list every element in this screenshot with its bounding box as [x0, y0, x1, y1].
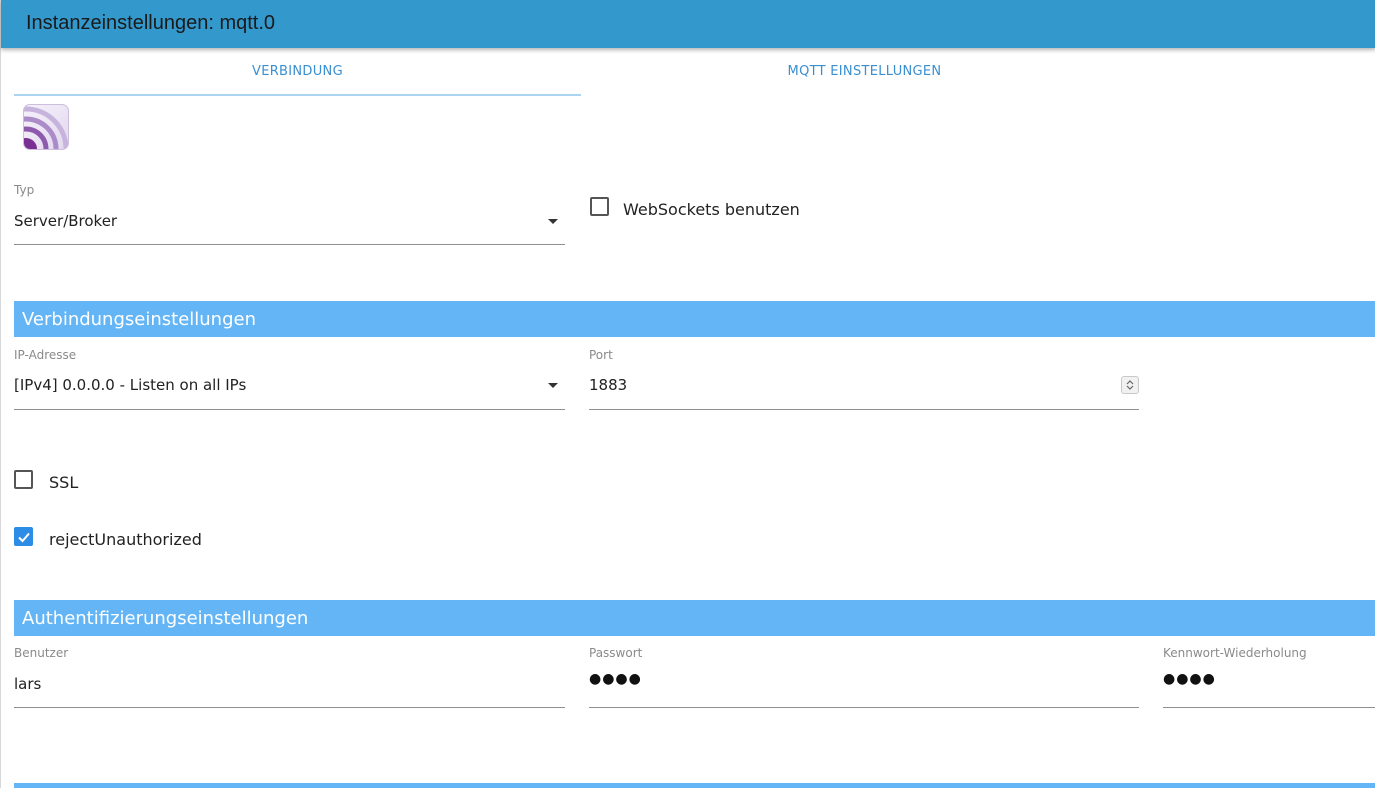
- ssl-checkbox[interactable]: [14, 470, 33, 489]
- connection-settings-header: Verbindungseinstellungen: [14, 301, 1375, 337]
- tab-mqtt-einstellungen[interactable]: MQTT EINSTELLUNGEN: [581, 56, 1148, 96]
- mqtt-broadcast-logo-icon: [23, 104, 69, 150]
- websockets-checkbox[interactable]: [590, 197, 609, 216]
- ssl-label: SSL: [49, 473, 79, 492]
- spinner-arrows-icon[interactable]: [1121, 376, 1139, 394]
- user-input[interactable]: lars: [14, 675, 41, 693]
- user-label: Benutzer: [14, 646, 69, 660]
- password-input[interactable]: ●●●●: [589, 671, 642, 687]
- port-underline: [589, 409, 1139, 410]
- password-underline: [589, 707, 1139, 708]
- caret-down-icon[interactable]: [548, 383, 558, 388]
- next-section-header: [14, 783, 1375, 788]
- ip-address-label: IP-Adresse: [14, 348, 77, 362]
- password-repeat-label: Kennwort-Wiederholung: [1163, 646, 1307, 660]
- auth-settings-title: Authentifizierungseinstellungen: [22, 608, 309, 629]
- caret-down-icon[interactable]: [548, 219, 558, 224]
- connection-settings-title: Verbindungseinstellungen: [22, 309, 256, 330]
- ip-address-underline: [14, 409, 565, 410]
- password-repeat-underline: [1163, 707, 1375, 708]
- type-select[interactable]: Server/Broker: [14, 212, 117, 230]
- title-bar: Instanzeinstellungen: mqtt.0: [1, 0, 1375, 48]
- user-underline: [14, 707, 565, 708]
- window-title: Instanzeinstellungen: mqtt.0: [26, 12, 276, 34]
- type-label: Typ: [14, 183, 35, 197]
- instance-settings-page: Instanzeinstellungen: mqtt.0 VERBINDUNG …: [0, 0, 1375, 788]
- reject-unauthorized-label: rejectUnauthorized: [49, 530, 202, 549]
- auth-settings-header: Authentifizierungseinstellungen: [14, 600, 1375, 636]
- active-tab-indicator: [14, 94, 581, 96]
- port-input[interactable]: 1883: [589, 376, 627, 394]
- password-label: Passwort: [589, 646, 643, 660]
- reject-unauthorized-checkbox[interactable]: [14, 527, 33, 546]
- check-icon: [18, 532, 30, 543]
- websockets-label: WebSockets benutzen: [623, 200, 800, 219]
- tab-verbindung[interactable]: VERBINDUNG: [14, 56, 581, 96]
- port-label: Port: [589, 348, 613, 362]
- password-repeat-input[interactable]: ●●●●: [1163, 671, 1216, 687]
- type-select-underline: [14, 244, 565, 245]
- ip-address-select[interactable]: [IPv4] 0.0.0.0 - Listen on all IPs: [14, 376, 246, 394]
